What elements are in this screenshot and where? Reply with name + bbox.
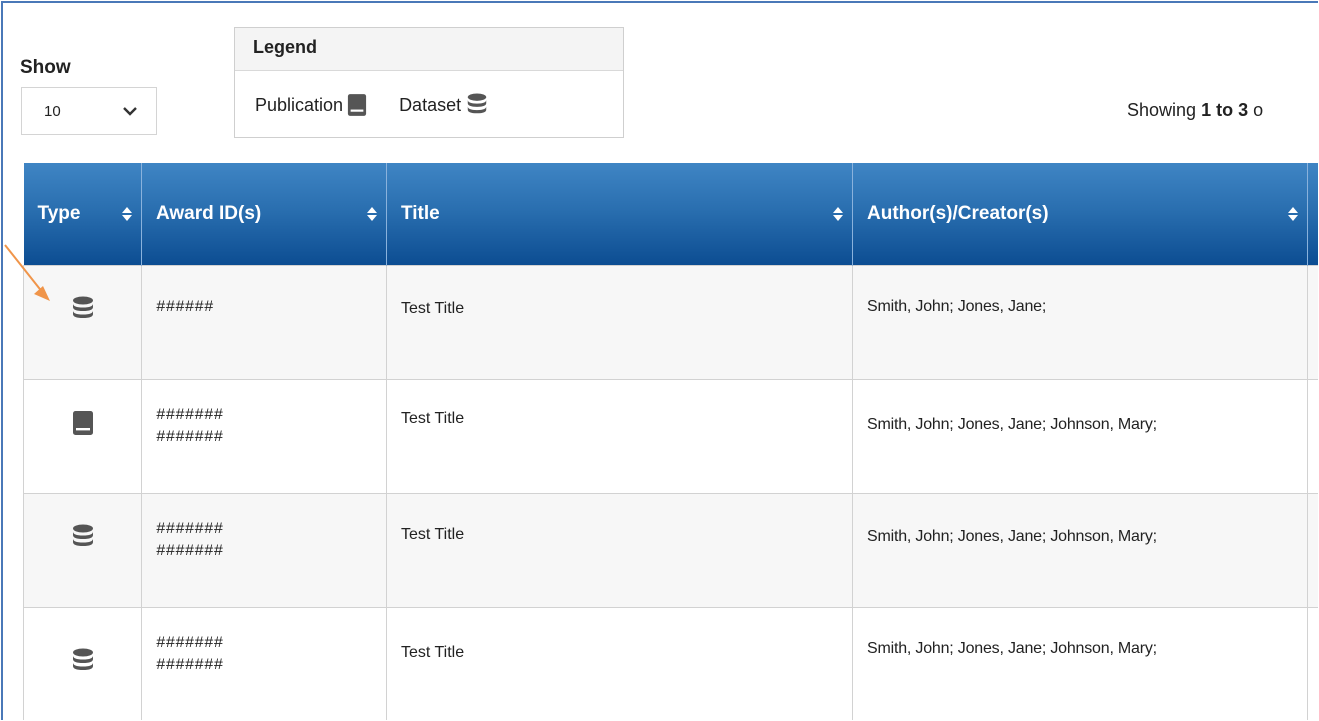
showing-info: Showing 1 to 3 o — [1127, 100, 1263, 121]
column-header-title[interactable]: Title — [386, 163, 853, 265]
authors-cell: Smith, John; Jones, Jane; — [852, 264, 1308, 380]
award-id-cell: ####### ####### — [141, 378, 387, 494]
column-header-label: Author(s)/Creator(s) — [867, 202, 1049, 224]
sort-icon — [121, 206, 133, 222]
award-id: ####### — [156, 541, 224, 560]
sort-icon — [1287, 206, 1299, 222]
page-frame: Show 10 Legend Publication Dataset Showi… — [1, 1, 1318, 720]
database-icon — [465, 93, 489, 117]
authors-cell: Smith, John; Jones, Jane; Johnson, Mary; — [852, 606, 1308, 720]
chevron-down-icon — [123, 107, 137, 116]
table-header-row: Type Award ID(s) Title Author(s)/Creator… — [23, 163, 1318, 265]
legend-item-publication: Publication — [255, 93, 367, 117]
column-header-type[interactable]: Type — [23, 163, 142, 265]
title-cell: Test Title — [386, 492, 853, 608]
legend-title: Legend — [235, 28, 623, 71]
legend-items: Publication Dataset — [235, 71, 623, 117]
type-cell — [23, 606, 142, 720]
column-header-authors[interactable]: Author(s)/Creator(s) — [852, 163, 1308, 265]
legend-label-dataset: Dataset — [399, 94, 462, 115]
record-authors: Smith, John; Jones, Jane; Johnson, Mary; — [867, 527, 1157, 545]
award-id: ####### — [156, 519, 224, 538]
authors-cell: Smith, John; Jones, Jane; Johnson, Mary; — [852, 492, 1308, 608]
column-header-label: Award ID(s) — [156, 202, 262, 224]
award-id-cell: ####### ####### — [141, 492, 387, 608]
overflow-cell — [1307, 492, 1318, 608]
legend-label-publication: Publication — [255, 94, 344, 115]
column-header-award-ids[interactable]: Award ID(s) — [141, 163, 387, 265]
table-row[interactable]: ####### ####### Test Title Smith, John; J… — [23, 492, 1318, 608]
showing-prefix: Showing — [1127, 100, 1202, 120]
record-title: Test Title — [401, 409, 465, 427]
title-cell: Test Title — [386, 378, 853, 494]
record-title: Test Title — [401, 525, 465, 543]
award-id: ####### — [156, 405, 224, 424]
record-authors: Smith, John; Jones, Jane; Johnson, Mary; — [867, 639, 1157, 657]
column-header-label: Type — [37, 202, 81, 224]
showing-range: 1 to 3 — [1201, 100, 1249, 120]
record-title: Test Title — [401, 643, 465, 661]
showing-suffix: o — [1248, 100, 1264, 120]
column-header-label: Title — [401, 202, 440, 224]
award-id: ####### — [156, 655, 224, 674]
title-cell: Test Title — [386, 606, 853, 720]
database-icon — [71, 524, 95, 550]
record-authors: Smith, John; Jones, Jane; Johnson, Mary; — [867, 415, 1157, 433]
sort-icon — [832, 206, 844, 222]
type-cell — [23, 492, 142, 608]
award-id-cell: ####### ####### — [141, 606, 387, 720]
database-icon — [71, 296, 95, 322]
award-id: ####### — [156, 427, 224, 446]
authors-cell: Smith, John; Jones, Jane; Johnson, Mary; — [852, 378, 1308, 494]
title-cell: Test Title — [386, 264, 853, 380]
sort-icon — [366, 206, 378, 222]
book-icon — [72, 410, 94, 436]
results-table: Type Award ID(s) Title Author(s)/Creator… — [23, 163, 1318, 720]
type-cell — [23, 378, 142, 494]
award-id: ###### — [156, 297, 214, 316]
legend-item-dataset: Dataset — [399, 93, 489, 117]
record-authors: Smith, John; Jones, Jane; — [867, 297, 1047, 315]
award-id-cell: ###### — [141, 264, 387, 380]
overflow-cell — [1307, 264, 1318, 380]
legend-box: Legend Publication Dataset — [234, 27, 624, 138]
award-id: ####### — [156, 633, 224, 652]
page-size-value: 10 — [44, 102, 61, 120]
page-size-select[interactable]: 10 — [21, 87, 157, 135]
type-cell — [23, 264, 142, 380]
overflow-cell — [1307, 606, 1318, 720]
table-row[interactable]: ####### ####### Test Title Smith, John; J… — [23, 606, 1318, 720]
record-title: Test Title — [401, 299, 465, 317]
show-label: Show — [20, 57, 71, 78]
table-row[interactable]: ###### Test Title Smith, John; Jones, Ja… — [23, 264, 1318, 380]
overflow-cell — [1307, 378, 1318, 494]
column-header-next[interactable] — [1307, 163, 1318, 265]
book-icon — [347, 93, 367, 117]
table-row[interactable]: ####### ####### Test Title Smith, John; J… — [23, 378, 1318, 494]
database-icon — [71, 648, 95, 674]
